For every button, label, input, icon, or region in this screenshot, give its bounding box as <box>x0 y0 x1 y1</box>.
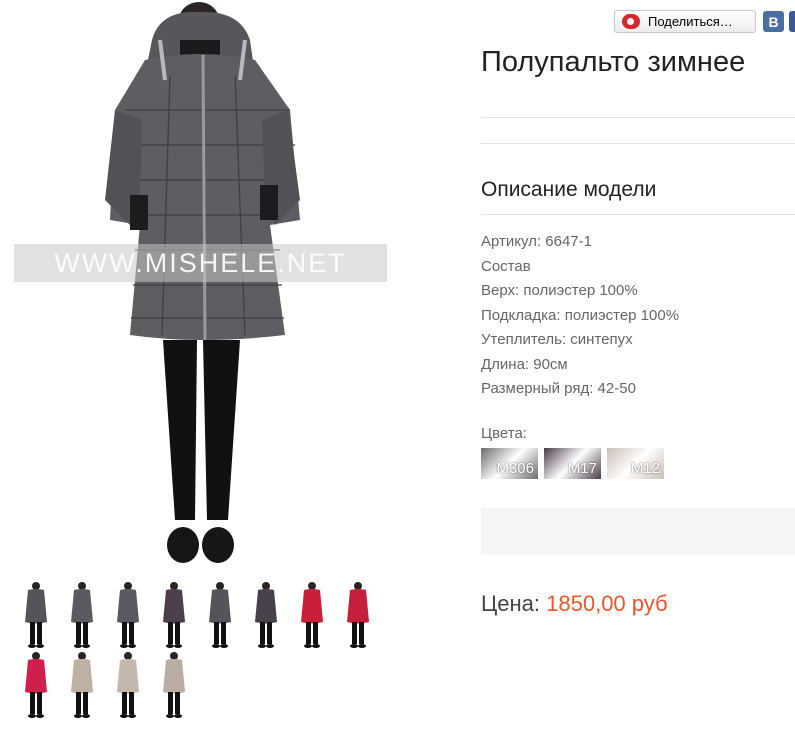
colors-label: Цвета: <box>481 425 527 442</box>
product-thumbnail[interactable] <box>106 650 150 720</box>
spec-length: Длина: 90см <box>481 355 568 373</box>
product-thumbnail[interactable] <box>60 580 104 650</box>
product-thumbnail[interactable] <box>60 650 104 720</box>
spec-lining: Подкладка: полиэстер 100% <box>481 306 680 324</box>
product-thumbnail[interactable] <box>14 580 58 650</box>
watermark: WWW.MISHELE.NET <box>14 244 387 282</box>
spec-sizes: Размерный ряд: 42-50 <box>481 380 636 397</box>
price-label: Цена: <box>481 591 541 616</box>
description-title: Описание модели <box>481 178 657 201</box>
product-thumbnail[interactable] <box>152 650 196 720</box>
spec-article: Артикул: 6647-1 <box>481 233 592 250</box>
product-thumbnail[interactable] <box>290 580 334 650</box>
product-thumbnail[interactable] <box>336 580 380 650</box>
color-swatch-m12[interactable]: M12 <box>607 448 664 479</box>
product-thumbnail[interactable] <box>14 650 58 720</box>
spec-insulation: Утеплитель: синтепух <box>481 331 633 348</box>
spec-composition: Состав <box>481 257 531 275</box>
swatch-label: M12 <box>630 460 660 477</box>
color-swatch-m17[interactable]: M17 <box>544 448 601 479</box>
page-title: Полупальто зимнее <box>481 46 746 78</box>
divider <box>481 143 795 144</box>
share-button[interactable]: Поделиться… <box>614 10 756 33</box>
price: Цена: 1850,00 руб <box>481 591 668 617</box>
color-swatch-m306[interactable]: M306 <box>481 448 538 479</box>
divider <box>481 117 795 118</box>
facebook-share-button[interactable] <box>789 11 795 32</box>
share-label: Поделиться… <box>648 14 733 29</box>
product-thumbnail[interactable] <box>152 580 196 650</box>
product-thumbnail[interactable] <box>244 580 288 650</box>
share-icon <box>622 14 640 29</box>
info-box <box>481 508 795 555</box>
vk-share-button[interactable]: В <box>763 11 784 32</box>
price-value: 1850,00 руб <box>546 591 668 616</box>
product-thumbnail[interactable] <box>198 580 242 650</box>
swatch-label: M306 <box>496 460 534 477</box>
coat-photo <box>105 2 300 563</box>
spec-list: Артикул: 6647-1 Состав Верх: полиэстер 1… <box>481 230 679 402</box>
swatch-label: M17 <box>567 460 597 477</box>
main-product-image[interactable]: WWW.MISHELE.NET <box>0 0 400 566</box>
product-thumbnail[interactable] <box>106 580 150 650</box>
spec-top: Верх: полиэстер 100% <box>481 282 638 299</box>
divider <box>481 214 795 215</box>
